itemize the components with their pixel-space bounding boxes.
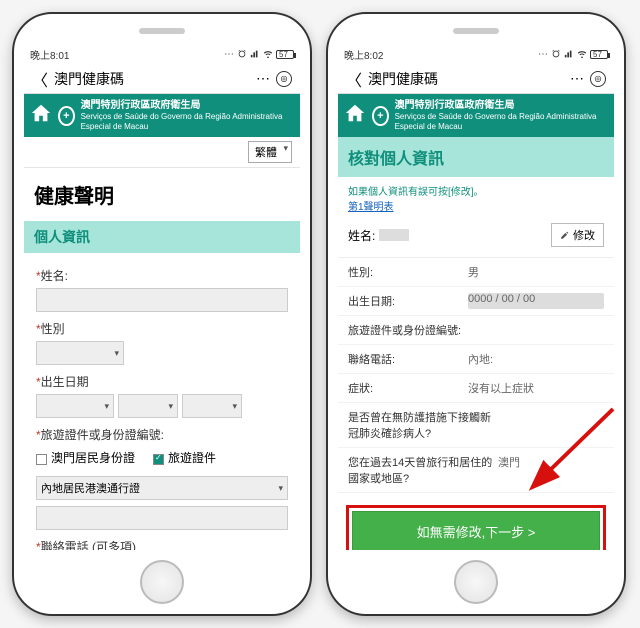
home-icon[interactable] xyxy=(30,102,52,129)
app-bar: 〈 澳門健康碼 ⋯ ◎ xyxy=(24,64,300,94)
home-button[interactable] xyxy=(454,560,498,604)
health-shield-icon: + xyxy=(58,106,75,126)
screen-right: 晚上8:02 ⋯ 57 〈 澳門健康碼 ⋯ ◎ + 澳門特別行政區政府衛生局 S… xyxy=(338,44,614,550)
signal-icon xyxy=(564,49,574,59)
alarm-icon xyxy=(551,49,561,59)
more-icon[interactable]: ⋯ xyxy=(570,70,584,87)
select-dob-year[interactable] xyxy=(36,394,114,418)
phone-mockup-right: 晚上8:02 ⋯ 57 〈 澳門健康碼 ⋯ ◎ + 澳門特別行政區政府衛生局 S… xyxy=(326,12,626,616)
name-label: 姓名: xyxy=(348,227,375,244)
row-symptom: 症狀: 沒有以上症狀 xyxy=(338,374,614,403)
row-doc: 旅遊證件或身份證編號: xyxy=(338,316,614,345)
label-name: 姓名: xyxy=(36,267,288,284)
app-bar: 〈 澳門健康碼 ⋯ ◎ xyxy=(338,64,614,94)
home-button[interactable] xyxy=(140,560,184,604)
label-doc: 旅遊證件或身份證編號: xyxy=(36,426,288,443)
screen-left: 晚上8:01 ⋯ 57 〈 澳門健康碼 ⋯ ◎ + 澳門特別行政區政府衛生局 S… xyxy=(24,44,300,550)
select-dob-month[interactable] xyxy=(118,394,178,418)
phone-mockup-left: 晚上8:01 ⋯ 57 〈 澳門健康碼 ⋯ ◎ + 澳門特別行政區政府衛生局 S… xyxy=(12,12,312,616)
ellipsis-icon: ⋯ xyxy=(538,49,548,60)
gov-banner: + 澳門特別行政區政府衛生局 Serviços de Saúde do Gove… xyxy=(338,94,614,137)
content-right: 核對個人資訊 如果個人資訊有誤可按[修改]。 第1聲明表 姓名: 修改 性別: … xyxy=(338,137,614,550)
select-dob-day[interactable] xyxy=(182,394,242,418)
status-bar: 晚上8:02 ⋯ 57 xyxy=(338,44,614,64)
edit-button[interactable]: 修改 xyxy=(551,223,604,247)
section-header: 個人資訊 xyxy=(24,221,300,253)
phone-speaker xyxy=(139,28,185,34)
form: 姓名: 性別 出生日期 旅遊證件或身份證編號: 澳門居民身份證 旅遊證件 內地居… xyxy=(24,253,300,550)
content-left: 健康聲明 個人資訊 姓名: 性別 出生日期 旅遊證件或身份證編號: 澳門居民身份… xyxy=(24,168,300,550)
next-button[interactable]: 如無需修改,下一步 > xyxy=(352,511,600,550)
dob-selects xyxy=(36,394,288,418)
target-icon[interactable]: ◎ xyxy=(590,71,606,87)
row-dob: 出生日期: 0000 / 00 / 00 xyxy=(338,287,614,316)
battery-icon: 57 xyxy=(276,50,294,59)
wifi-icon xyxy=(263,49,273,59)
target-icon[interactable]: ◎ xyxy=(276,71,292,87)
name-row: 姓名: 修改 xyxy=(338,213,614,258)
doc-choice-row: 澳門居民身份證 旅遊證件 xyxy=(36,449,288,466)
label-gender: 性別 xyxy=(36,320,288,337)
signal-icon xyxy=(250,49,260,59)
page-title: 核對個人資訊 xyxy=(338,137,614,177)
dob-value-redacted: 0000 / 00 / 00 xyxy=(468,293,604,309)
row-contact: 是否曾在無防護措施下接觸新冠肺炎確診病人? xyxy=(338,403,614,448)
status-icons: ⋯ 57 xyxy=(224,49,294,60)
app-title: 澳門健康碼 xyxy=(54,69,250,89)
gov-text: 澳門特別行政區政府衛生局 Serviços de Saúde do Govern… xyxy=(81,100,294,131)
row-phone: 聯絡電話: 內地: xyxy=(338,345,614,374)
row-travel: 您在過去14天曾旅行和居住的國家或地區? 澳門 xyxy=(338,448,614,493)
status-time: 晚上8:02 xyxy=(344,47,383,62)
back-button[interactable]: 〈 xyxy=(32,67,48,91)
checkbox-resident[interactable]: 澳門居民身份證 xyxy=(36,449,135,466)
more-icon[interactable]: ⋯ xyxy=(256,70,270,87)
select-gender[interactable] xyxy=(36,341,124,365)
battery-icon: 57 xyxy=(590,50,608,59)
language-select[interactable]: 繁體 xyxy=(248,141,292,163)
page-title: 健康聲明 xyxy=(24,168,300,221)
input-doc-number[interactable] xyxy=(36,506,288,530)
input-name[interactable] xyxy=(36,288,288,312)
status-bar: 晚上8:01 ⋯ 57 xyxy=(24,44,300,64)
gov-banner: + 澳門特別行政區政府衛生局 Serviços de Saúde do Gove… xyxy=(24,94,300,137)
label-dob: 出生日期 xyxy=(36,373,288,390)
health-shield-icon: + xyxy=(372,106,389,126)
cta-highlight: 如無需修改,下一步 > xyxy=(346,505,606,550)
home-icon[interactable] xyxy=(344,102,366,129)
name-value-redacted xyxy=(379,229,409,241)
phone-speaker xyxy=(453,28,499,34)
language-row: 繁體 xyxy=(24,137,300,168)
ellipsis-icon: ⋯ xyxy=(224,49,234,60)
back-button[interactable]: 〈 xyxy=(346,67,362,91)
label-phone: 聯絡電話 (可多項) xyxy=(36,538,288,550)
status-time: 晚上8:01 xyxy=(30,47,69,62)
checkbox-travel[interactable]: 旅遊證件 xyxy=(153,449,216,466)
tips: 如果個人資訊有誤可按[修改]。 第1聲明表 xyxy=(338,177,614,213)
alarm-icon xyxy=(237,49,247,59)
row-gender: 性別: 男 xyxy=(338,258,614,287)
first-declaration-link[interactable]: 第1聲明表 xyxy=(348,202,394,213)
select-doc-type[interactable]: 內地居民港澳通行證 xyxy=(36,476,288,500)
status-icons: ⋯ 57 xyxy=(538,49,608,60)
wifi-icon xyxy=(577,49,587,59)
pencil-icon xyxy=(560,230,570,240)
gov-text: 澳門特別行政區政府衛生局 Serviços de Saúde do Govern… xyxy=(395,100,608,131)
app-title: 澳門健康碼 xyxy=(368,69,564,89)
